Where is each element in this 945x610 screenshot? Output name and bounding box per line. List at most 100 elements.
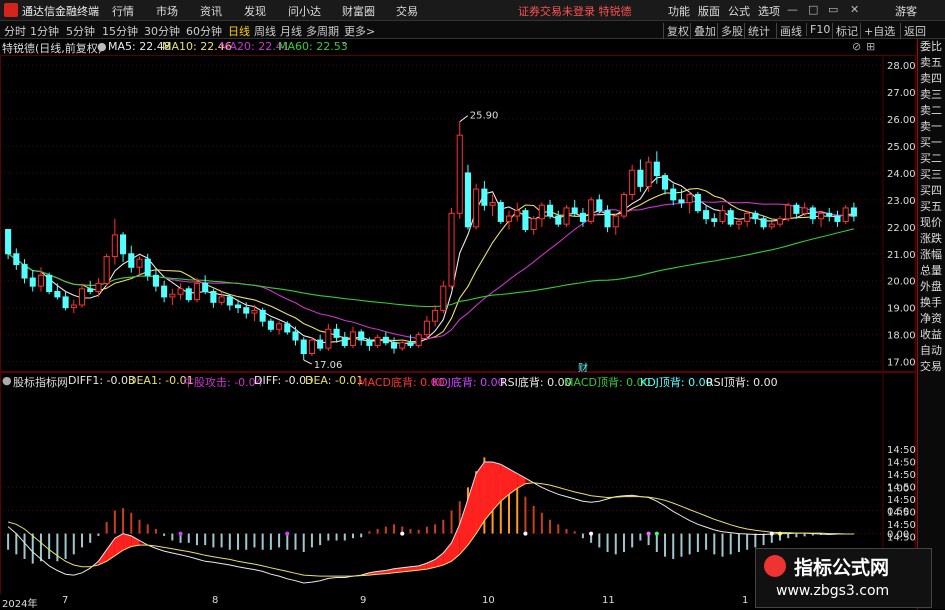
- y-tick-label: 20.00: [887, 277, 916, 288]
- period-5min[interactable]: 5分钟: [66, 23, 95, 39]
- macd-hist-bar: [689, 534, 691, 555]
- quote-label-18: 收益: [918, 327, 945, 343]
- macd-hist-bar: [697, 534, 699, 552]
- macd-hist-bar: [270, 534, 272, 550]
- quote-label-15: 外盘: [918, 279, 945, 295]
- tool-duogu[interactable]: 多股: [717, 23, 743, 39]
- tool-zixuan[interactable]: +自选: [860, 23, 895, 39]
- minimize-icon[interactable]: —: [787, 3, 798, 16]
- period-1min[interactable]: 1分钟: [30, 23, 59, 39]
- kdj-bottom-div: KDJ底背: 0.00: [432, 374, 505, 390]
- layout-icon[interactable]: ⊞: [866, 40, 875, 53]
- dea-value: DEA: -0.01: [305, 374, 363, 387]
- candle-body: [802, 208, 807, 213]
- ma10-line: [8, 189, 854, 342]
- macd-hist-bar: [598, 534, 600, 548]
- stock-title: 特锐德(日线,前复权): [2, 40, 102, 56]
- restore-icon[interactable]: □: [808, 3, 818, 16]
- time-label: 14:50: [887, 508, 916, 519]
- macd-hist-bar: [582, 534, 584, 539]
- candle-body: [186, 289, 191, 300]
- tool-huaxian[interactable]: 画线: [776, 23, 802, 39]
- macd-hist-bar: [171, 534, 173, 541]
- signal-marker: [589, 532, 593, 536]
- app-title: 通达信金融终端: [22, 3, 99, 19]
- tool-diejia[interactable]: 叠加: [690, 23, 716, 39]
- macd-hist-bar: [680, 534, 682, 557]
- menu-wenxiaoda[interactable]: 问小达: [288, 3, 321, 19]
- candle-body: [30, 278, 35, 286]
- indicator-name[interactable]: 股标指标网: [13, 374, 68, 390]
- macd-hist-bar: [377, 529, 379, 534]
- macd-hist-bar: [418, 530, 420, 534]
- period-multi[interactable]: 多周期: [306, 23, 339, 39]
- menu-gongneng[interactable]: 功能: [668, 3, 690, 19]
- period-more[interactable]: 更多>: [344, 23, 375, 39]
- candle-body: [383, 337, 388, 342]
- watermark-url: www.zbgs3.com: [776, 583, 889, 599]
- y-tick-label: 17.00: [887, 358, 916, 369]
- period-15min[interactable]: 15分钟: [102, 23, 138, 39]
- candle-body: [786, 205, 791, 218]
- candle-body: [728, 211, 733, 224]
- period-30min[interactable]: 30分钟: [144, 23, 180, 39]
- macd-hist-bar: [7, 534, 9, 550]
- candle-body: [121, 235, 126, 254]
- y-tick-label: 23.00: [887, 196, 916, 207]
- signal-marker: [647, 532, 651, 536]
- tool-biaoji[interactable]: 标记: [832, 23, 858, 39]
- close-icon[interactable]: ✕: [850, 3, 859, 16]
- candle-body: [777, 219, 782, 224]
- kline-chart[interactable]: 17.0018.0019.0020.0021.0022.0023.0024.00…: [0, 55, 917, 595]
- y-tick-label: 21.00: [887, 250, 916, 261]
- period-fenshi[interactable]: 分时: [4, 23, 26, 39]
- macd-hist-bar: [295, 534, 297, 550]
- y-tick-label: 25.00: [887, 142, 916, 153]
- tool-f10[interactable]: F10: [806, 23, 830, 36]
- tool-fanhui[interactable]: 返回: [900, 23, 926, 39]
- macd-hist-bar: [40, 534, 42, 562]
- menu-caifuquan[interactable]: 财富圈: [342, 3, 375, 19]
- macd-hist-bar: [327, 534, 329, 541]
- maximize-icon[interactable]: ▭: [828, 3, 838, 16]
- period-60min[interactable]: 60分钟: [186, 23, 222, 39]
- y-tick-label: 27.00: [887, 88, 916, 99]
- macd-hist-bar: [229, 534, 231, 550]
- menu-zixun[interactable]: 资讯: [200, 3, 222, 19]
- macd-hist-bar: [97, 534, 99, 536]
- macd-hist-bar: [360, 534, 362, 538]
- menu-jiaoyi[interactable]: 交易: [396, 3, 418, 19]
- macd-hist-bar: [763, 534, 765, 546]
- candle-body: [367, 340, 372, 345]
- menu-shichang[interactable]: 市场: [156, 3, 178, 19]
- guest-label[interactable]: 游客: [895, 3, 917, 19]
- period-daily[interactable]: 日线: [228, 23, 250, 39]
- macd-hist-bar: [722, 534, 724, 557]
- candle-body: [342, 337, 347, 345]
- menu-gongshi[interactable]: 公式: [728, 3, 750, 19]
- menu-hangqing[interactable]: 行情: [112, 3, 134, 19]
- candle-body: [679, 200, 684, 203]
- menu-xuanxiang[interactable]: 选项: [758, 3, 780, 19]
- candle-body: [326, 329, 331, 348]
- trade-login-warning[interactable]: 证券交易未登录 特锐德: [518, 3, 632, 19]
- macd-hist-bar: [336, 534, 338, 541]
- indicator-settings-icon[interactable]: ●: [2, 374, 12, 387]
- menu-banmian[interactable]: 版面: [698, 3, 720, 19]
- settings-dot-icon[interactable]: ●: [97, 40, 107, 53]
- candle-body: [843, 208, 848, 221]
- menu-faxian[interactable]: 发现: [244, 3, 266, 19]
- tool-tongji[interactable]: 统计: [744, 23, 770, 39]
- macd-hist-bar: [155, 529, 157, 534]
- period-monthly[interactable]: 月线: [280, 23, 302, 39]
- candle-body: [170, 294, 175, 297]
- candle-body: [498, 203, 503, 222]
- period-weekly[interactable]: 周线: [254, 23, 276, 39]
- scroll-up-icon[interactable]: ⌃: [340, 40, 349, 53]
- macd-hist-bar: [303, 534, 305, 552]
- rsi-bottom-div: RSI底背: 0.00: [500, 374, 572, 390]
- candle-body: [293, 332, 298, 340]
- tool-fuquan[interactable]: 复权: [663, 23, 689, 39]
- signal-marker: [770, 532, 774, 536]
- zoom-icon[interactable]: ⊘: [852, 40, 861, 53]
